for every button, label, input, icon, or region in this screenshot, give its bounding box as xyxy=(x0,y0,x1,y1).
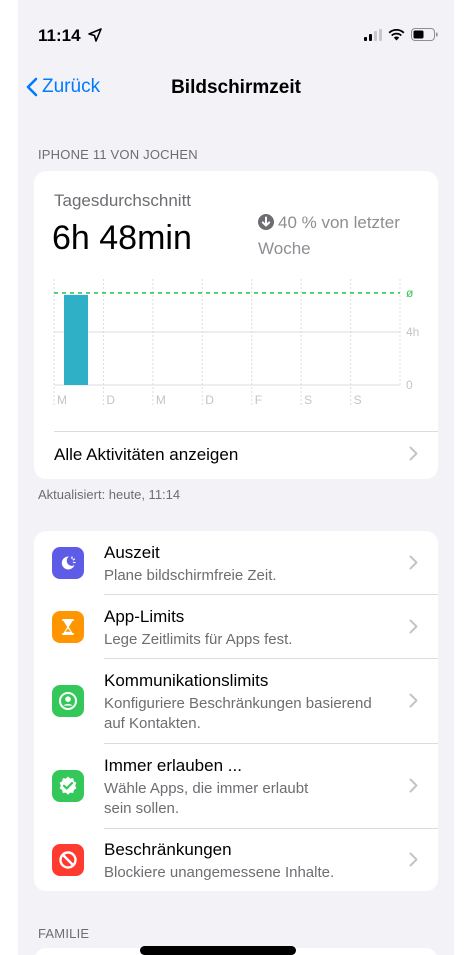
usage-card: Tagesdurchschnitt 6h 48min 40 % von letz… xyxy=(34,171,438,479)
restriction-icon xyxy=(52,844,84,876)
checkmark-badge-icon xyxy=(52,770,84,802)
chart-x-tick-label: F xyxy=(255,393,262,407)
chevron-right-icon xyxy=(409,693,418,713)
always-allowed-subtitle: Wähle Apps, die immer erlaubt sein solle… xyxy=(104,780,309,817)
chevron-right-icon xyxy=(409,619,418,639)
chart-x-tick-label: D xyxy=(106,393,115,407)
downtime-title: Auszeit xyxy=(104,543,160,562)
device-section-header: IPHONE 11 VON JOCHEN xyxy=(38,147,198,162)
hourglass-icon xyxy=(52,611,84,643)
downtime-icon xyxy=(52,547,84,579)
updated-timestamp: Aktualisiert: heute, 11:14 xyxy=(38,487,181,502)
family-section-header: FAMILIE xyxy=(38,926,90,941)
location-arrow-icon xyxy=(88,28,102,47)
app-limits-row[interactable]: App-Limits Lege Zeitlimits für Apps fest… xyxy=(34,595,438,658)
contact-icon xyxy=(52,685,84,717)
communication-limits-subtitle: Konfiguriere Beschränkungen basierend au… xyxy=(104,695,372,732)
chart-average-label: ø xyxy=(406,286,414,300)
restrictions-row[interactable]: Beschränkungen Blockiere unangemessene I… xyxy=(34,829,438,891)
navigation-bar: Zurück Bildschirmzeit xyxy=(18,64,454,112)
chart-x-tick-label: M xyxy=(156,393,166,407)
daily-average-label: Tagesdurchschnitt xyxy=(54,191,192,210)
downtime-row[interactable]: Auszeit Plane bildschirmfreie Zeit. xyxy=(34,531,438,594)
chart-y-tick-label: 4h xyxy=(406,325,419,339)
communication-limits-title: Kommunikationslimits xyxy=(104,671,269,690)
wifi-icon xyxy=(388,28,405,46)
always-allowed-row[interactable]: Immer erlauben ... Wähle Apps, die immer… xyxy=(34,744,438,828)
cellular-signal-icon xyxy=(364,28,382,46)
chart-y-tick-label: 0 xyxy=(406,378,413,392)
all-activities-label: Alle Aktivitäten anzeigen xyxy=(54,445,239,464)
chart-x-tick-label: D xyxy=(205,393,214,407)
home-indicator xyxy=(140,946,296,955)
status-time: 11:14 xyxy=(38,26,81,45)
chart-x-tick-label: S xyxy=(304,393,312,407)
settings-card: Auszeit Plane bildschirmfreie Zeit. App-… xyxy=(34,531,438,891)
chart-x-tick-label: S xyxy=(354,393,362,407)
usage-chart: 0 4h ø M D M D F S S xyxy=(53,279,419,407)
all-activities-row[interactable]: Alle Aktivitäten anzeigen xyxy=(34,433,438,479)
downtime-subtitle: Plane bildschirmfreie Zeit. xyxy=(104,567,277,584)
app-limits-title: App-Limits xyxy=(104,607,185,626)
screen: 11:14 Zurück Bildschirmzeit IPHONE 11 VO… xyxy=(18,0,454,955)
status-bar: 11:14 xyxy=(18,0,454,64)
divider xyxy=(54,431,438,432)
arrow-down-circle-icon xyxy=(258,213,274,237)
page-title: Bildschirmzeit xyxy=(171,77,301,98)
chevron-right-icon xyxy=(409,555,418,575)
chevron-right-icon xyxy=(409,852,418,872)
app-limits-subtitle: Lege Zeitlimits für Apps fest. xyxy=(104,631,293,648)
daily-average-value: 6h 48min xyxy=(52,219,192,257)
weekly-change: 40 % von letzter Woche xyxy=(258,211,428,261)
chevron-right-icon xyxy=(409,778,418,798)
restrictions-subtitle: Blockiere unangemessene Inhalte. xyxy=(104,864,335,881)
always-allowed-title: Immer erlauben ... xyxy=(104,756,242,775)
restrictions-title: Beschränkungen xyxy=(104,840,232,859)
weekly-change-text: 40 % von letzter Woche xyxy=(258,213,400,258)
chart-x-tick-label: M xyxy=(57,393,67,407)
chevron-right-icon xyxy=(409,446,418,466)
chart-bar xyxy=(64,294,88,385)
battery-icon xyxy=(411,28,438,46)
communication-limits-row[interactable]: Kommunikationslimits Konfiguriere Beschr… xyxy=(34,659,438,743)
